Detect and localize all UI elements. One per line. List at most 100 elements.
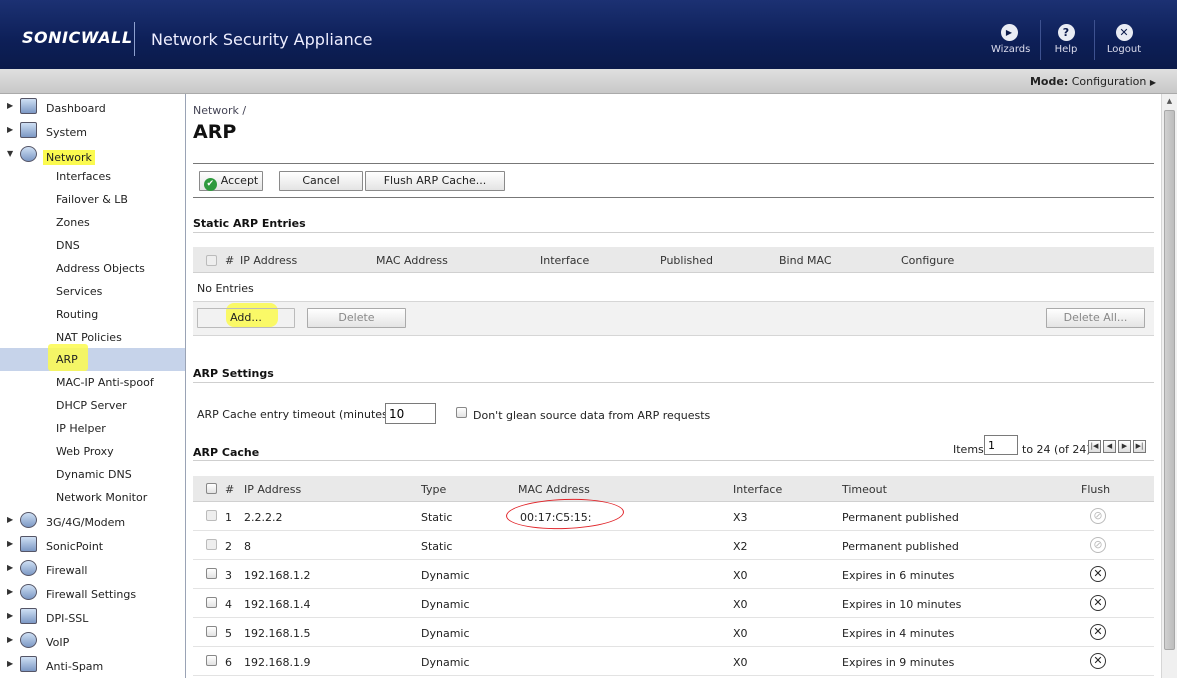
column-header[interactable]: Bind MAC bbox=[779, 254, 832, 267]
main-content: Network / ARP ✔ Accept Cancel Flush ARP C… bbox=[186, 94, 1161, 678]
last-page-icon[interactable]: ▶| bbox=[1133, 440, 1146, 453]
sidebar-item-firewall-settings[interactable]: ▶ Firewall Settings bbox=[0, 582, 185, 605]
table-row[interactable]: 6 192.168.1.9 Dynamic X0 Expires in 9 mi… bbox=[193, 647, 1154, 676]
sidebar-item-3g4g-modem[interactable]: ▶ 3G/4G/Modem bbox=[0, 510, 185, 533]
scroll-up-icon[interactable]: ▲ bbox=[1162, 97, 1177, 109]
items-input[interactable] bbox=[984, 435, 1018, 455]
column-header[interactable]: IP Address bbox=[244, 483, 301, 496]
prev-page-icon[interactable]: ◀ bbox=[1103, 440, 1116, 453]
sidebar-item-firewall[interactable]: ▶ Firewall bbox=[0, 558, 185, 581]
sidebar-subitem-mac-ip[interactable]: MAC-IP Anti-spoof bbox=[0, 371, 185, 394]
vertical-scrollbar[interactable]: ▲ bbox=[1161, 94, 1177, 678]
expand-arrow-icon[interactable]: ▶ bbox=[7, 563, 13, 572]
row-checkbox[interactable] bbox=[206, 568, 217, 579]
column-header[interactable]: MAC Address bbox=[518, 483, 590, 496]
sidebar-subitem-failover[interactable]: Failover & LB bbox=[0, 188, 185, 211]
delete-all-button[interactable]: Delete All... bbox=[1046, 308, 1145, 328]
row-checkbox[interactable] bbox=[206, 626, 217, 637]
sidebar-item-dpi-ssl[interactable]: ▶ DPI-SSL bbox=[0, 606, 185, 629]
expand-arrow-icon[interactable]: ▶ bbox=[7, 101, 13, 110]
row-checkbox[interactable] bbox=[206, 510, 217, 521]
sidebar-subitem-services[interactable]: Services bbox=[0, 280, 185, 303]
scroll-thumb[interactable] bbox=[1164, 110, 1175, 650]
expand-arrow-icon[interactable]: ▶ bbox=[7, 611, 13, 620]
table-row[interactable]: 2 8 Static X2 Permanent published ⊘ bbox=[193, 531, 1154, 560]
row-checkbox[interactable] bbox=[206, 655, 217, 666]
wizards-button[interactable]: ▶ Wizards bbox=[991, 24, 1030, 55]
accept-button[interactable]: ✔ Accept bbox=[199, 171, 263, 191]
sidebar-item-network[interactable]: ▼ Network bbox=[0, 144, 185, 167]
column-header: Configure bbox=[901, 254, 955, 267]
collapse-arrow-icon[interactable]: ▼ bbox=[7, 149, 13, 158]
app-title: Network Security Appliance bbox=[151, 30, 373, 49]
glean-checkbox[interactable] bbox=[456, 407, 467, 418]
cancel-button[interactable]: Cancel bbox=[279, 171, 363, 191]
select-all-checkbox[interactable] bbox=[206, 255, 217, 266]
column-header[interactable]: MAC Address bbox=[376, 254, 448, 267]
expand-arrow-icon[interactable]: ▶ bbox=[7, 635, 13, 644]
help-label: Help bbox=[1054, 44, 1078, 55]
row-mac: 00:17:C5:15: bbox=[520, 511, 592, 524]
table-row[interactable]: 1 2.2.2.2 Static 00:17:C5:15: X3 Permane… bbox=[193, 502, 1154, 531]
divider bbox=[193, 232, 1154, 233]
sidebar-subitem-dns[interactable]: DNS bbox=[0, 234, 185, 257]
help-button[interactable]: ? Help bbox=[1052, 24, 1080, 55]
next-page-icon[interactable]: ▶ bbox=[1118, 440, 1131, 453]
expand-arrow-icon[interactable]: ▶ bbox=[7, 659, 13, 668]
sidebar-subitem-routing[interactable]: Routing bbox=[0, 303, 185, 326]
sidebar-subitem-label: Network Monitor bbox=[56, 491, 148, 504]
table-row[interactable]: 3 192.168.1.2 Dynamic X0 Expires in 6 mi… bbox=[193, 560, 1154, 589]
sidebar-subitem-interfaces[interactable]: Interfaces bbox=[0, 165, 185, 188]
flush-icon[interactable]: ✕ bbox=[1090, 566, 1106, 582]
column-header[interactable]: Interface bbox=[540, 254, 589, 267]
row-type: Dynamic bbox=[421, 569, 470, 582]
expand-arrow-icon[interactable]: ▶ bbox=[7, 587, 13, 596]
sidebar-subitem-arp[interactable]: ARP bbox=[0, 344, 185, 371]
expand-arrow-icon[interactable]: ▶ bbox=[7, 539, 13, 548]
expand-arrow-icon[interactable]: ▶ bbox=[7, 515, 13, 524]
table-row[interactable]: 5 192.168.1.5 Dynamic X0 Expires in 4 mi… bbox=[193, 618, 1154, 647]
column-header[interactable]: Type bbox=[421, 483, 446, 496]
row-checkbox[interactable] bbox=[206, 597, 217, 608]
sidebar-item-anti-spam[interactable]: ▶ Anti-Spam bbox=[0, 654, 185, 677]
table-row[interactable]: 4 192.168.1.4 Dynamic X0 Expires in 10 m… bbox=[193, 589, 1154, 618]
sidebar-subitem-address-objects[interactable]: Address Objects bbox=[0, 257, 185, 280]
expand-arrow-icon[interactable]: ▶ bbox=[7, 125, 13, 134]
timeout-input[interactable] bbox=[385, 403, 436, 424]
mode-indicator[interactable]: Mode: Configuration ▶ bbox=[1030, 75, 1156, 88]
check-icon: ✔ bbox=[203, 178, 217, 191]
column-header[interactable]: IP Address bbox=[240, 254, 297, 267]
flush-icon[interactable]: ✕ bbox=[1090, 595, 1106, 611]
sidebar-subitem-dhcp[interactable]: DHCP Server bbox=[0, 394, 185, 417]
column-header[interactable]: Timeout bbox=[842, 483, 887, 496]
sidebar-subitem-web-proxy[interactable]: Web Proxy bbox=[0, 440, 185, 463]
flush-icon[interactable]: ✕ bbox=[1090, 653, 1106, 669]
sidebar-item-voip[interactable]: ▶ VoIP bbox=[0, 630, 185, 653]
sidebar-subitem-network-monitor[interactable]: Network Monitor bbox=[0, 486, 185, 509]
row-checkbox[interactable] bbox=[206, 539, 217, 550]
sidebar-item-sonicpoint[interactable]: ▶ SonicPoint bbox=[0, 534, 185, 557]
row-number: 3 bbox=[225, 569, 232, 582]
empty-message: No Entries bbox=[197, 282, 254, 295]
breadcrumb[interactable]: Network / bbox=[193, 104, 246, 117]
sidebar-item-dashboard[interactable]: ▶ Dashboard bbox=[0, 96, 185, 119]
sidebar-subitem-dynamic-dns[interactable]: Dynamic DNS bbox=[0, 463, 185, 486]
sidebar-subitem-zones[interactable]: Zones bbox=[0, 211, 185, 234]
select-all-checkbox[interactable] bbox=[206, 483, 217, 494]
sidebar-item-system[interactable]: ▶ System bbox=[0, 120, 185, 143]
flush-icon[interactable]: ✕ bbox=[1090, 624, 1106, 640]
sidebar-subitem-nat-policies[interactable]: NAT Policies bbox=[0, 326, 185, 349]
first-page-icon[interactable]: |◀ bbox=[1088, 440, 1101, 453]
divider bbox=[193, 382, 1154, 383]
add-button[interactable]: Add... bbox=[197, 308, 295, 328]
sidebar-subitem-label: Web Proxy bbox=[56, 445, 114, 458]
logout-button[interactable]: ✕ Logout bbox=[1106, 24, 1142, 55]
header-separator bbox=[1040, 20, 1041, 60]
column-header[interactable]: Published bbox=[660, 254, 713, 267]
sidebar-subitem-ip-helper[interactable]: IP Helper bbox=[0, 417, 185, 440]
flush-arp-cache-button[interactable]: Flush ARP Cache... bbox=[365, 171, 505, 191]
delete-button[interactable]: Delete bbox=[307, 308, 406, 328]
monitor-icon bbox=[20, 122, 37, 138]
column-header[interactable]: Interface bbox=[733, 483, 782, 496]
header-separator bbox=[1094, 20, 1095, 60]
